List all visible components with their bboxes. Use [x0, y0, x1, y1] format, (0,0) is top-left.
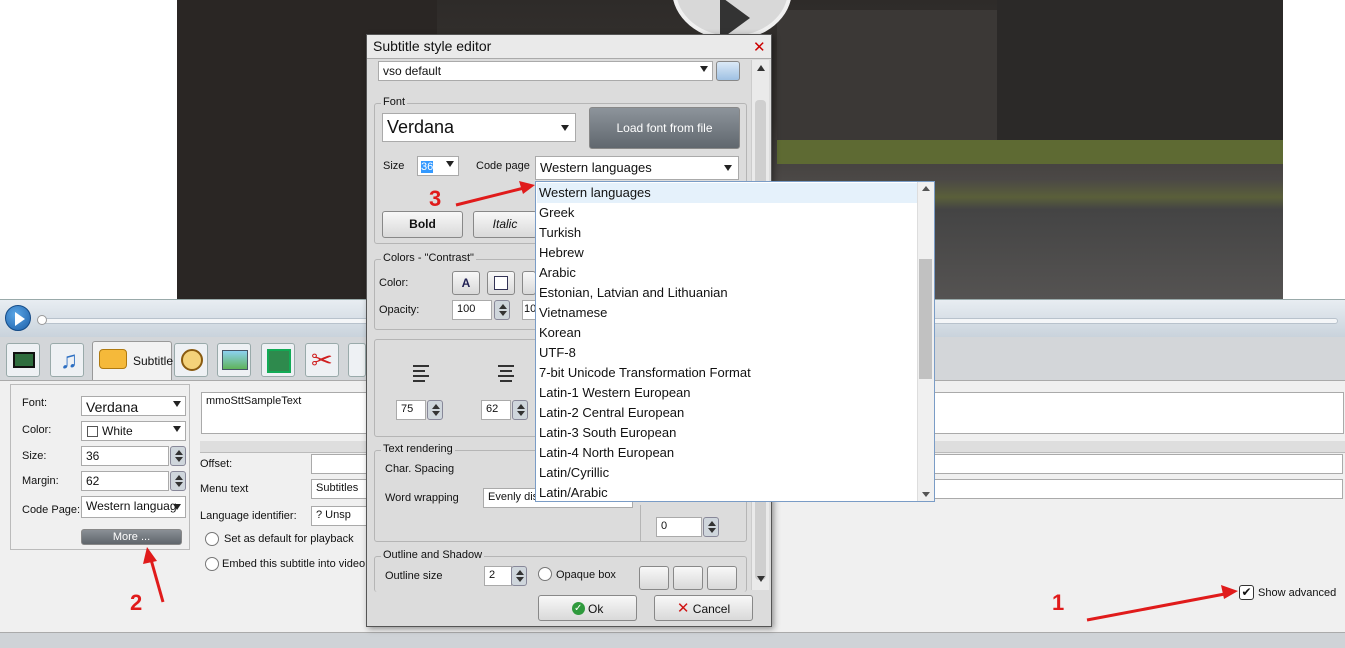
- annotation-1: 1: [1052, 590, 1065, 615]
- arrowhead-3: [519, 181, 535, 194]
- arrowhead-1: [1221, 585, 1238, 599]
- arrow-1: [1086, 591, 1231, 622]
- annotation-3: 3: [429, 186, 442, 211]
- arrow-3: [455, 185, 529, 207]
- arrowhead-2: [143, 547, 157, 564]
- annotation-2: 2: [130, 590, 143, 615]
- annotation-arrows: [143, 181, 1238, 622]
- arrow-2: [148, 555, 165, 603]
